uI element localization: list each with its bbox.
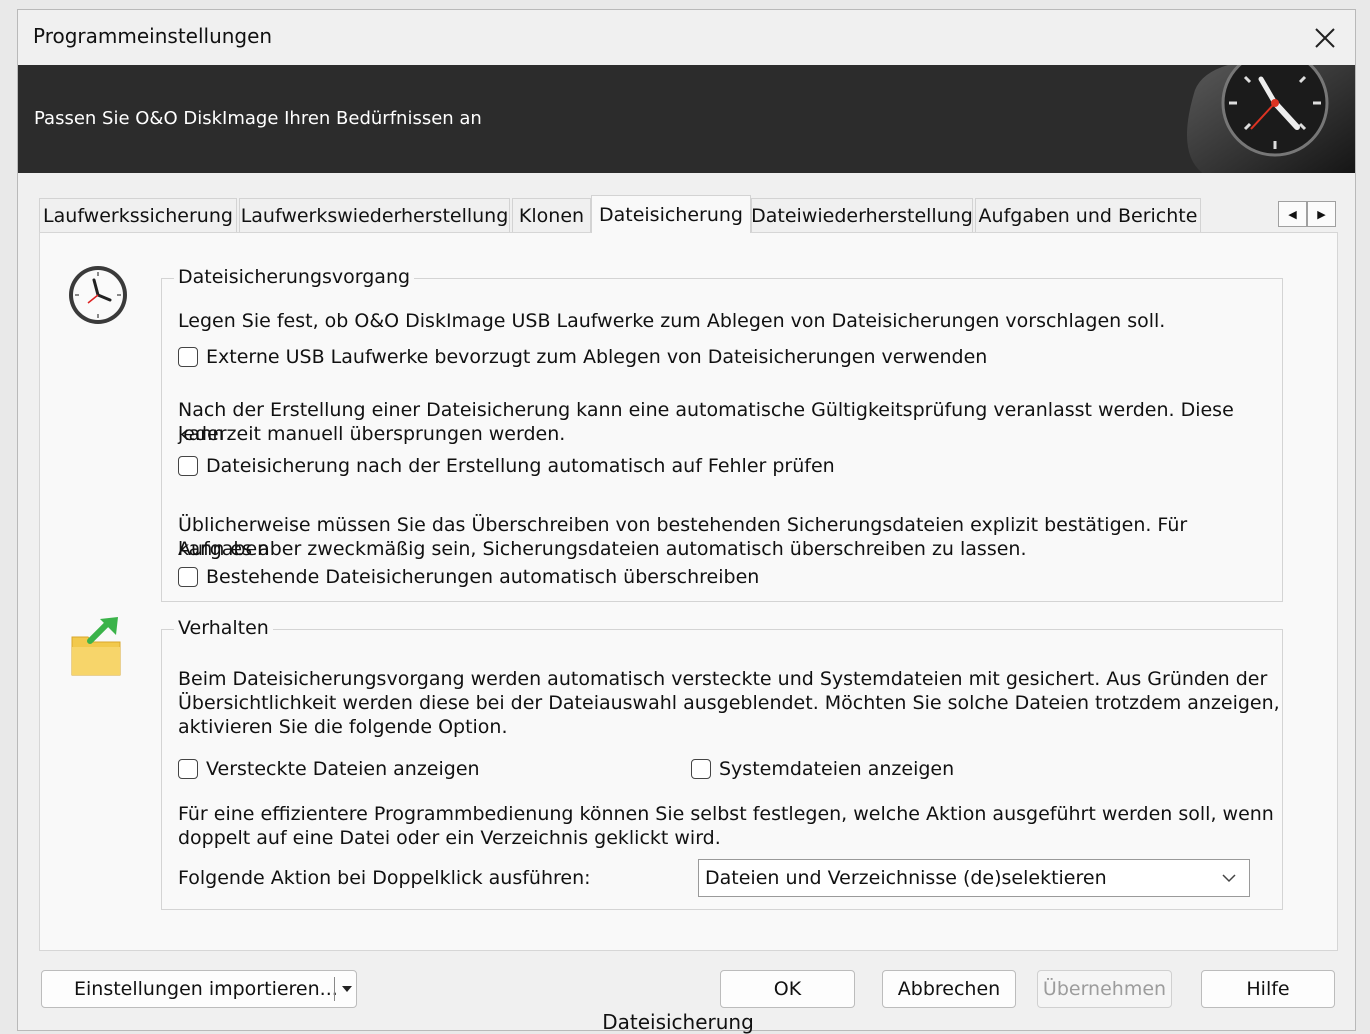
checkbox-icon <box>178 456 198 476</box>
checkbox-auto-overwrite[interactable]: Bestehende Dateisicherungen automatisch … <box>178 566 759 588</box>
tab-aufgaben-und-berichte[interactable]: Aufgaben und Berichte <box>975 198 1201 232</box>
tab-klonen[interactable]: Klonen <box>512 198 591 232</box>
checkbox-show-hidden[interactable]: Versteckte Dateien anzeigen <box>178 758 480 780</box>
checkbox-label: Dateisicherung nach der Erstellung autom… <box>206 455 835 477</box>
checkbox-label: Bestehende Dateisicherungen automatisch … <box>206 566 760 588</box>
tab-panel-dateisicherung: Dateisicherungsvorgang Legen Sie fest, o… <box>39 232 1338 951</box>
clock-graphic-icon <box>1187 65 1355 173</box>
doubleclick-action-select[interactable]: Dateien und Verzeichnisse (de)selektiere… <box>698 859 1250 897</box>
description-doubleclick-line2: doppelt auf eine Datei oder ein Verzeich… <box>178 827 721 849</box>
checkbox-auto-verify[interactable]: Dateisicherung nach der Erstellung autom… <box>178 455 835 477</box>
settings-dialog: Programmeinstellungen Passen Sie O&O Dis… <box>17 9 1356 1031</box>
checkbox-icon <box>178 347 198 367</box>
import-settings-button[interactable]: Einstellungen importieren... <box>74 978 338 1000</box>
checkbox-show-system[interactable]: Systemdateien anzeigen <box>691 758 954 780</box>
ok-button[interactable]: OK <box>720 970 855 1008</box>
doubleclick-action-label: Folgende Aktion bei Doppelklick ausführe… <box>178 867 591 889</box>
caption-text: Dateisicherung <box>602 1010 754 1034</box>
header-banner: Passen Sie O&O DiskImage Ihren Bedürfnis… <box>18 65 1355 173</box>
apply-button[interactable]: Übernehmen <box>1037 970 1172 1008</box>
checkbox-icon <box>178 759 198 779</box>
group-title: Verhalten <box>174 617 273 639</box>
description-hidden-line3: aktivieren Sie die folgende Option. <box>178 716 508 738</box>
description-hidden-line2: Übersichtlichkeit werden diese bei der D… <box>178 692 1280 714</box>
tab-scroll-left-button[interactable]: ◀ <box>1278 201 1307 227</box>
dropdown-arrow-icon[interactable] <box>341 984 353 994</box>
triangle-right-icon: ▶ <box>1317 207 1326 221</box>
tab-dateisicherung[interactable]: Dateisicherung <box>591 195 751 233</box>
description-hidden-line1: Beim Dateisicherungsvorgang werden autom… <box>178 668 1268 690</box>
description-overwrite-line2: kann es aber zweckmäßig sein, Sicherungs… <box>178 538 1027 560</box>
description-usb: Legen Sie fest, ob O&O DiskImage USB Lau… <box>178 310 1166 332</box>
checkbox-label: Versteckte Dateien anzeigen <box>206 758 480 780</box>
title-bar: Programmeinstellungen <box>18 10 1355 65</box>
checkbox-label: Externe USB Laufwerke bevorzugt zum Able… <box>206 346 988 368</box>
import-settings-split-button[interactable]: Einstellungen importieren... <box>41 970 357 1008</box>
close-button[interactable] <box>1295 10 1355 65</box>
tab-laufwerkswiederherstellung[interactable]: Laufwerkswiederherstellung <box>239 198 510 232</box>
cancel-button[interactable]: Abbrechen <box>882 970 1016 1008</box>
groupbox-verhalten: Verhalten Beim Dateisicherungsvorgang we… <box>161 617 1283 910</box>
checkbox-label: Systemdateien anzeigen <box>719 758 955 780</box>
groupbox-dateisicherungsvorgang: Dateisicherungsvorgang Legen Sie fest, o… <box>161 266 1283 602</box>
folder-export-icon <box>71 617 121 676</box>
description-verify-line2: jederzeit manuell übersprungen werden. <box>178 423 566 445</box>
select-value: Dateien und Verzeichnisse (de)selektiere… <box>705 867 1107 889</box>
banner-text: Passen Sie O&O DiskImage Ihren Bedürfnis… <box>34 108 482 129</box>
window-title: Programmeinstellungen <box>33 24 273 48</box>
close-icon <box>1315 27 1335 48</box>
tab-dateiwiederherstellung[interactable]: Dateiwiederherstellung <box>751 198 973 232</box>
description-doubleclick-line1: Für eine effizientere Programmbedienung … <box>178 803 1274 825</box>
checkbox-icon <box>178 567 198 587</box>
tab-laufwerkssicherung[interactable]: Laufwerkssicherung <box>39 198 237 232</box>
help-button[interactable]: Hilfe <box>1201 970 1335 1008</box>
tab-scroll-arrows: ◀ ▶ <box>1278 201 1336 227</box>
checkbox-usb-preferred[interactable]: Externe USB Laufwerke bevorzugt zum Able… <box>178 346 987 368</box>
clock-icon <box>69 266 127 324</box>
triangle-left-icon: ◀ <box>1288 207 1297 221</box>
group-title: Dateisicherungsvorgang <box>174 266 415 288</box>
split-separator <box>334 977 335 1001</box>
checkbox-icon <box>691 759 711 779</box>
chevron-down-icon <box>1222 874 1236 883</box>
tab-scroll-right-button[interactable]: ▶ <box>1307 201 1336 227</box>
